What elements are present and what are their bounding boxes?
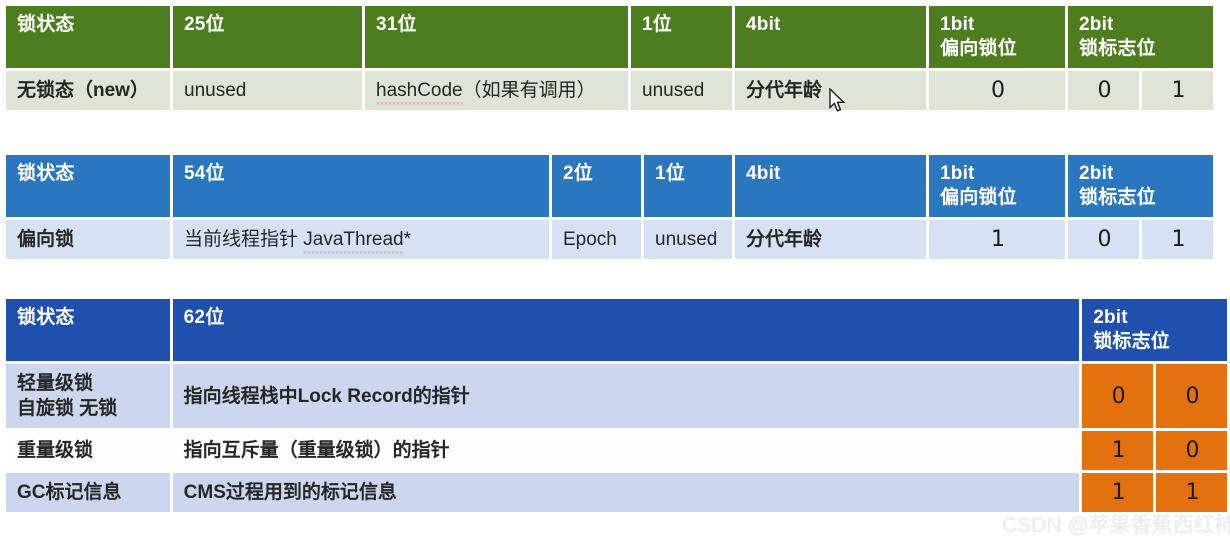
header-4bit-age: 4bit — [735, 6, 926, 68]
cell-lock-bit-1: 1 — [1082, 473, 1154, 512]
header-1bit-biased: 1bit 偏向锁位 — [929, 155, 1065, 217]
cell-lock-bit-2: 0 — [1156, 364, 1227, 428]
header-line2: 偏向锁位 — [940, 38, 1017, 59]
cell-lock-bit-1: 1 — [1082, 431, 1154, 470]
cell-biased-bit: 1 — [929, 220, 1065, 259]
header-line1: 锁状态 — [17, 14, 75, 35]
cell-4bit-age: 分代年龄 — [735, 220, 926, 259]
header-line1: 1位 — [642, 14, 672, 35]
header-line1: 2bit — [1093, 307, 1128, 328]
header-2bit-epoch: 2位 — [552, 155, 641, 217]
header-1bit-unused: 1位 — [631, 6, 732, 68]
header-line2: 锁标志位 — [1079, 187, 1156, 208]
cell-25bit-unused: unused — [173, 71, 362, 110]
header-54bit: 54位 — [173, 155, 549, 217]
header-25bit: 25位 — [173, 6, 362, 68]
table-heavyweight-markword: 锁状态 62位 2bit 锁标志位 轻量级锁 自旋锁 无锁 指向线程栈中Lock… — [3, 296, 1230, 515]
cell-54bit-thread-pointer: 当前线程指针 JavaThread* — [173, 220, 549, 259]
cell-4bit-age: 分代年龄 — [735, 71, 926, 110]
header-line1: 2bit — [1079, 163, 1114, 184]
cell-lock-state: 轻量级锁 自旋锁 无锁 — [6, 364, 170, 428]
cell-2bit-epoch: Epoch — [552, 220, 641, 259]
header-line1: 54位 — [184, 163, 225, 184]
header-line1: 62位 — [183, 307, 225, 328]
header-line1: 31位 — [376, 14, 417, 35]
cell-lock-state: 偏向锁 — [6, 220, 170, 259]
misspelled-word: JavaThread — [303, 229, 404, 254]
header-line2: 偏向锁位 — [940, 187, 1017, 208]
header-2bit-lockflag: 2bit 锁标志位 — [1082, 299, 1227, 361]
misspelled-word: hashCode — [376, 80, 463, 105]
header-lock-state: 锁状态 — [6, 6, 170, 68]
header-line2: 锁标志位 — [1079, 38, 1156, 59]
header-62bit: 62位 — [172, 299, 1080, 361]
header-line1: 4bit — [746, 163, 781, 184]
cell-62bit-desc: CMS过程用到的标记信息 — [172, 473, 1080, 512]
header-lock-state: 锁状态 — [6, 299, 170, 361]
header-line1: 2bit — [1079, 14, 1114, 35]
header-1bit-unused: 1位 — [644, 155, 732, 217]
header-line1: 1bit — [940, 163, 975, 184]
cell-lock-bit-1: 0 — [1068, 220, 1139, 259]
cell-lock-state: 无锁态（new） — [6, 71, 170, 110]
cell-text-line1: 重量级锁 — [17, 440, 94, 461]
table-row: 无锁态（new） unused hashCode（如果有调用） unused 分… — [6, 71, 1213, 110]
cell-text-rest: （如果有调用） — [462, 80, 596, 101]
header-line2: 锁标志位 — [1093, 331, 1171, 352]
csdn-watermark: CSDN @苹果香蕉西红柿 — [1002, 514, 1230, 537]
table-unlocked-markword: 锁状态 25位 31位 1位 4bit 1bit 偏向锁位 2bit 锁标志位 … — [3, 3, 1216, 113]
header-line1: 25位 — [184, 14, 225, 35]
cell-lock-state: GC标记信息 — [6, 473, 170, 512]
cell-lock-bit-2: 1 — [1142, 220, 1213, 259]
header-2bit-lockflag: 2bit 锁标志位 — [1068, 155, 1213, 217]
header-lock-state: 锁状态 — [6, 155, 170, 217]
header-2bit-lockflag: 2bit 锁标志位 — [1068, 6, 1213, 68]
table-row: 偏向锁 当前线程指针 JavaThread* Epoch unused 分代年龄… — [6, 220, 1213, 259]
cell-31bit-hashcode: hashCode（如果有调用） — [365, 71, 628, 110]
header-line1: 2位 — [563, 163, 593, 184]
cell-lock-bit-2: 1 — [1142, 71, 1213, 110]
table-header-row: 锁状态 25位 31位 1位 4bit 1bit 偏向锁位 2bit 锁标志位 — [6, 6, 1213, 68]
header-31bit: 31位 — [365, 6, 628, 68]
slide-canvas: 锁状态 25位 31位 1位 4bit 1bit 偏向锁位 2bit 锁标志位 … — [0, 0, 1230, 548]
cell-lock-state: 重量级锁 — [6, 431, 170, 470]
cell-text-suffix: * — [403, 229, 412, 250]
cell-62bit-desc: 指向互斥量（重量级锁）的指针 — [172, 431, 1080, 470]
cell-text-prefix: 当前线程指针 — [184, 229, 304, 250]
header-line1: 锁状态 — [17, 307, 75, 328]
header-4bit-age: 4bit — [735, 155, 926, 217]
cell-lock-bit-2: 1 — [1156, 473, 1227, 512]
cell-text-line1: 轻量级锁 — [17, 373, 94, 394]
table-biased-lock-markword: 锁状态 54位 2位 1位 4bit 1bit 偏向锁位 2bit 锁标志位 偏… — [3, 152, 1216, 262]
cell-62bit-desc: 指向线程栈中Lock Record的指针 — [172, 364, 1080, 428]
cell-lock-bit-1: 0 — [1082, 364, 1154, 428]
cell-1bit-unused: unused — [631, 71, 732, 110]
header-line1: 1bit — [940, 14, 975, 35]
header-line1: 4bit — [746, 14, 781, 35]
table-header-row: 锁状态 54位 2位 1位 4bit 1bit 偏向锁位 2bit 锁标志位 — [6, 155, 1213, 217]
cell-text-line2: 自旋锁 无锁 — [17, 398, 118, 419]
table-row: 重量级锁 指向互斥量（重量级锁）的指针 1 0 — [6, 431, 1227, 470]
cell-lock-bit-1: 0 — [1068, 71, 1139, 110]
header-line1: 锁状态 — [17, 163, 75, 184]
table-row: GC标记信息 CMS过程用到的标记信息 1 1 — [6, 473, 1227, 512]
cell-text-line1: GC标记信息 — [17, 482, 122, 503]
cell-1bit-unused: unused — [644, 220, 732, 259]
header-line1: 1位 — [655, 163, 685, 184]
table-row: 轻量级锁 自旋锁 无锁 指向线程栈中Lock Record的指针 0 0 — [6, 364, 1227, 428]
header-1bit-biased: 1bit 偏向锁位 — [929, 6, 1065, 68]
cell-biased-bit: 0 — [929, 71, 1065, 110]
cell-lock-bit-2: 0 — [1156, 431, 1227, 470]
table-header-row: 锁状态 62位 2bit 锁标志位 — [6, 299, 1227, 361]
